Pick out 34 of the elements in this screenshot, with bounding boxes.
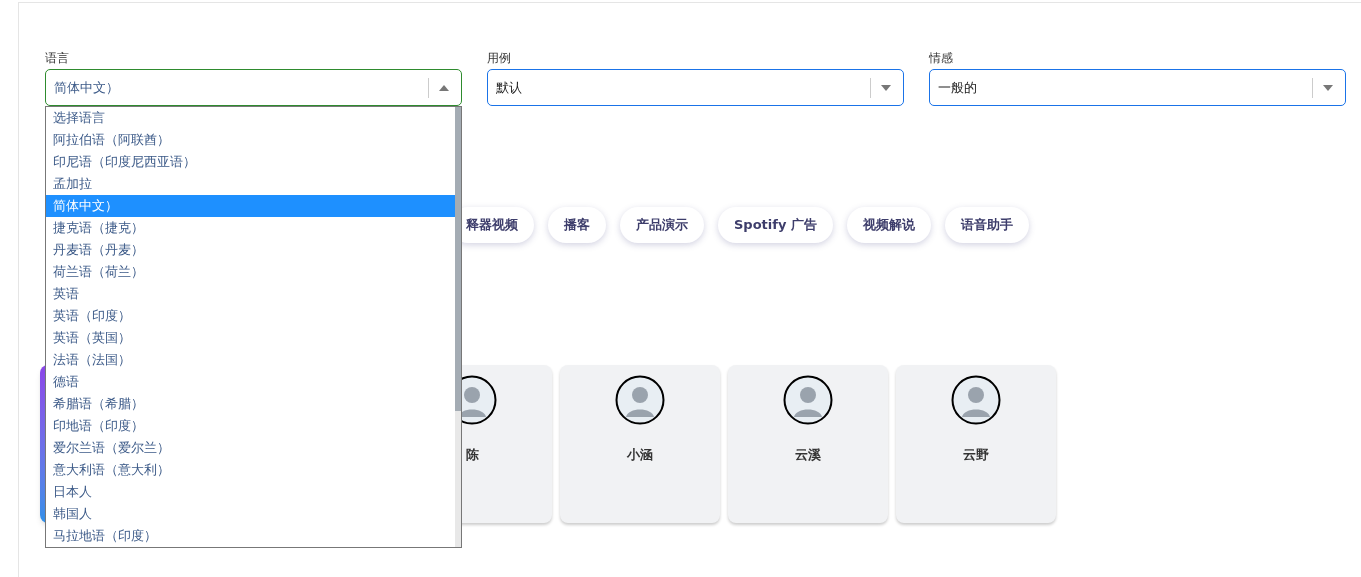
use-case-chip[interactable]: 播客 (548, 207, 606, 243)
use-case-chip[interactable]: 产品演示 (620, 207, 704, 243)
avatar-icon (615, 375, 665, 425)
field-label: 情感 (929, 50, 954, 67)
voice-name: 小涵 (627, 446, 653, 464)
select-field[interactable]: 默认 (487, 69, 904, 106)
language-option[interactable]: 英语 (46, 283, 455, 305)
language-option[interactable]: 选择语言 (46, 107, 455, 129)
caret-icon (881, 84, 891, 91)
scrollbar[interactable] (455, 107, 461, 547)
voice-card[interactable]: 云溪 (728, 365, 888, 523)
voice-name: 云溪 (795, 446, 821, 464)
use-case-chip[interactable]: 语音助手 (944, 207, 1029, 243)
language-option[interactable]: 阿拉伯语（阿联酋） (46, 129, 455, 151)
language-option[interactable]: 孟加拉 (46, 173, 455, 195)
avatar-icon (951, 375, 1001, 425)
caret-icon (1323, 84, 1333, 91)
field-label: 语言 (45, 50, 70, 67)
caret-icon (439, 84, 449, 91)
select-field[interactable]: 简体中文） (45, 69, 462, 106)
select-field[interactable]: 一般的 (929, 69, 1346, 106)
language-option[interactable]: 英语（英国） (46, 327, 455, 349)
voice-card[interactable]: 云野 (896, 365, 1056, 523)
language-option[interactable]: 荷兰语（荷兰） (46, 261, 455, 283)
language-option[interactable]: 英语（印度） (46, 305, 455, 327)
voice-name: 云野 (963, 446, 989, 464)
field-label: 用例 (487, 50, 512, 67)
voice-name: 陈 (465, 446, 479, 464)
voice-card[interactable]: 小涵 (560, 365, 720, 523)
language-option[interactable]: 马拉地语（印度） (46, 525, 455, 547)
language-option[interactable]: 印尼语（印度尼西亚语） (46, 151, 455, 173)
use-case-chip[interactable]: 视频解说 (846, 207, 931, 243)
use-case-chip[interactable]: Spotify 广告 (718, 207, 833, 243)
avatar-icon (783, 375, 833, 425)
